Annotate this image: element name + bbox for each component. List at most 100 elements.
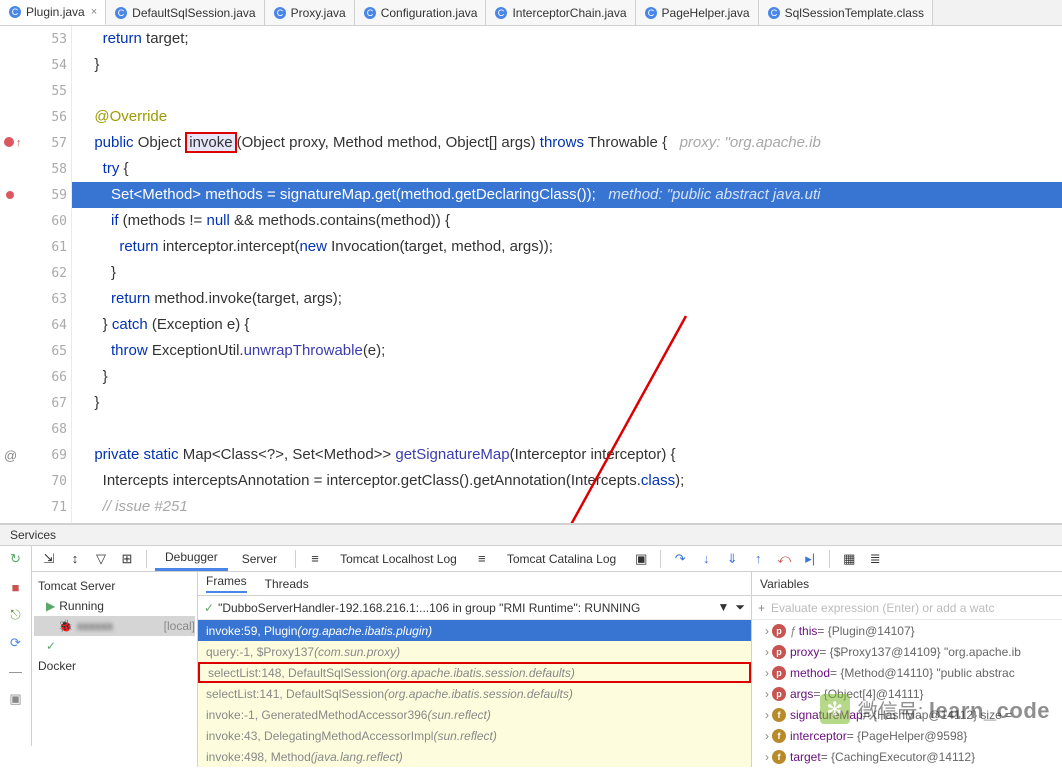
force-step-icon[interactable]: ⇓ [721,548,743,570]
gutter-line[interactable]: 56 [0,104,71,130]
code-line[interactable]: try { [72,156,1062,182]
variable-row[interactable]: ›pmethod = {Method@14110} "public abstra… [752,662,1062,683]
tab-Proxy.java[interactable]: CProxy.java [265,0,355,25]
layout-icon[interactable]: ▣ [7,690,25,708]
tab-threads[interactable]: Threads [265,577,309,591]
plus-icon[interactable]: + [758,601,765,615]
gutter-line[interactable]: 53 [0,26,71,52]
gutter-line[interactable]: ↑57 [0,130,71,156]
variable-row[interactable]: ›ftarget = {CachingExecutor@14112} [752,746,1062,767]
code-line[interactable]: } [72,364,1062,390]
java-file-icon: C [767,6,781,20]
gutter-line[interactable]: 71 [0,494,71,520]
code-line[interactable]: Intercepts interceptsAnnotation = interc… [72,468,1062,494]
deploy-icon[interactable]: ⟳ [7,634,25,652]
variable-row[interactable]: ›pƒthis = {Plugin@14107} [752,620,1062,641]
code-line[interactable]: private static Map<Class<?>, Set<Method>… [72,442,1062,468]
step-into-icon[interactable]: ↓ [695,548,717,570]
gutter-line[interactable]: 65 [0,338,71,364]
gutter-line[interactable]: 60 [0,208,71,234]
code-line[interactable]: return method.invoke(target, args); [72,286,1062,312]
expand-icon[interactable]: ⇲ [38,548,60,570]
gutter-line[interactable]: 54 [0,52,71,78]
tab-Plugin.java[interactable]: CPlugin.java× [0,0,106,25]
code-line[interactable]: return interceptor.intercept(new Invocat… [72,234,1062,260]
run-to-cursor-icon[interactable]: ▸| [799,548,821,570]
tab-SqlSessionTemplate.class[interactable]: CSqlSessionTemplate.class [759,0,933,25]
code-area[interactable]: return target; } @Override public Object… [72,26,1062,523]
stack-frame[interactable]: invoke:498, Method (java.lang.reflect) [198,746,751,767]
stop-icon[interactable]: ■ [7,578,25,596]
tab-DefaultSqlSession.java[interactable]: CDefaultSqlSession.java [106,0,264,25]
code-editor[interactable]: 53545556↑575859606162636465666768@697071… [0,26,1062,524]
gutter-line[interactable]: 62 [0,260,71,286]
close-icon[interactable]: × [91,6,97,18]
tab-frames[interactable]: Frames [206,574,247,593]
settings-icon[interactable]: — [7,662,25,680]
group-icon[interactable]: ⊞ [116,548,138,570]
gutter-line[interactable]: 66 [0,364,71,390]
attach-icon[interactable]: ⎋ [7,606,25,624]
stack-frame[interactable]: selectList:141, DefaultSqlSession (org.a… [198,683,751,704]
thread-selector[interactable]: ✓ "DubboServerHandler-192.168.216.1:...1… [198,596,751,620]
tab-server[interactable]: Server [232,548,287,570]
code-line[interactable]: // issue #251 [72,494,1062,520]
code-line[interactable]: Set<Method> methods = signatureMap.get(m… [72,182,1062,208]
tab-InterceptorChain.java[interactable]: CInterceptorChain.java [486,0,635,25]
gutter-line[interactable]: @69 [0,442,71,468]
code-line[interactable]: throw ExceptionUtil.unwrapThrowable(e); [72,338,1062,364]
gutter-line[interactable]: 58 [0,156,71,182]
code-line[interactable]: if (methods != null && methods.contains(… [72,208,1062,234]
tab-Configuration.java[interactable]: CConfiguration.java [355,0,487,25]
code-line[interactable] [72,416,1062,442]
code-line[interactable]: } [72,52,1062,78]
stack-frame[interactable]: invoke:59, Plugin (org.apache.ibatis.plu… [198,620,751,641]
code-line[interactable]: } [72,260,1062,286]
tab-debugger[interactable]: Debugger [155,546,228,571]
variable-row[interactable]: ›pargs = {Object[4]@14111} [752,683,1062,704]
stack-frame[interactable]: invoke:43, DelegatingMethodAccessorImpl … [198,725,751,746]
code-line[interactable]: @Override [72,104,1062,130]
variable-row[interactable]: ›finterceptor = {PageHelper@9598} [752,725,1062,746]
code-line[interactable]: public Object invoke(Object proxy, Metho… [72,130,1062,156]
frame-list[interactable]: invoke:59, Plugin (org.apache.ibatis.plu… [198,620,751,767]
funnel-icon[interactable]: ⏷ [735,600,745,615]
stack-frame[interactable]: invoke:-1, GeneratedMethodAccessor396 (s… [198,704,751,725]
services-tree[interactable]: Tomcat Server ▶Running 🐞xxxxxx[local] ✓ … [32,572,198,767]
tab-PageHelper.java[interactable]: CPageHelper.java [636,0,759,25]
gutter-line[interactable]: 55 [0,78,71,104]
gutter-line[interactable]: 63 [0,286,71,312]
evaluate-input[interactable]: + Evaluate expression (Enter) or add a w… [752,596,1062,620]
filter-icon[interactable]: ▼ [718,600,730,615]
drop-frame-icon[interactable]: ⤺ [773,548,795,570]
filter-dropdown-icon[interactable]: ▽ [90,548,112,570]
tree-running[interactable]: ▶Running [34,596,195,616]
variables-list[interactable]: ›pƒthis = {Plugin@14107}›pproxy = {$Prox… [752,620,1062,767]
gutter-line[interactable]: 64 [0,312,71,338]
tab-localhost-log[interactable]: Tomcat Localhost Log [330,548,467,570]
code-line[interactable]: return target; [72,26,1062,52]
evaluate-icon[interactable]: ▦ [838,548,860,570]
tree-tomcat[interactable]: Tomcat Server [34,576,195,596]
gutter-line[interactable]: 68 [0,416,71,442]
gutter-line[interactable]: 59 [0,182,71,208]
gutter-line[interactable]: 70 [0,468,71,494]
variable-row[interactable]: ›pproxy = {$Proxy137@14109} "org.apache.… [752,641,1062,662]
stack-frame[interactable]: query:-1, $Proxy137 (com.sun.proxy) [198,641,751,662]
close-icon[interactable]: ▣ [630,548,652,570]
code-line[interactable] [72,78,1062,104]
trace-icon[interactable]: ≣ [864,548,886,570]
code-line[interactable]: } [72,390,1062,416]
tab-catalina-log[interactable]: Tomcat Catalina Log [497,548,626,570]
rerun-icon[interactable]: ↻ [7,550,25,568]
gutter-line[interactable]: 67 [0,390,71,416]
tree-local-item[interactable]: 🐞xxxxxx[local] [34,616,195,636]
gutter-line[interactable]: 61 [0,234,71,260]
variable-row[interactable]: ›fsignatureMap = {HashMap@14112} size = [752,704,1062,725]
stack-frame[interactable]: selectList:148, DefaultSqlSession (org.a… [198,662,751,683]
code-line[interactable]: } catch (Exception e) { [72,312,1062,338]
tree-docker[interactable]: Docker [34,656,195,676]
collapse-icon[interactable]: ↕ [64,548,86,570]
step-out-icon[interactable]: ↑ [747,548,769,570]
step-over-icon[interactable]: ↷ [669,548,691,570]
